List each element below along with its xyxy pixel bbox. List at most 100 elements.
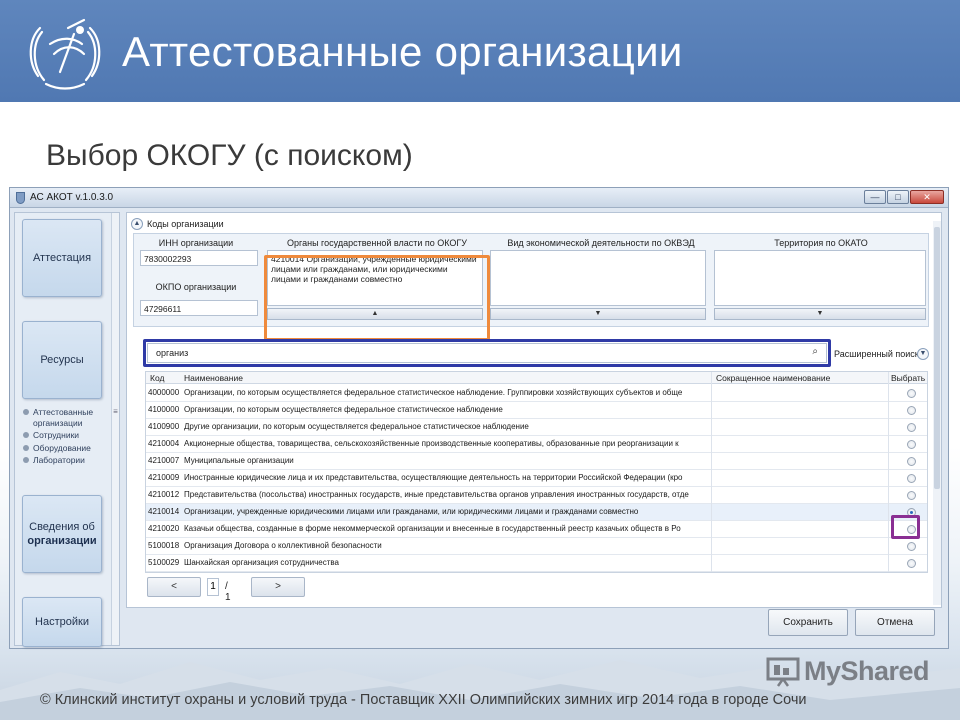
table-row[interactable]: 4210020 Казачьи общества, созданные в фор… [146,521,927,538]
select-radio[interactable] [907,440,916,449]
okved-dropdown-button[interactable]: ▼ [490,308,706,320]
select-highlight-frame [891,515,920,539]
select-radio[interactable] [907,406,916,415]
submenu-item-certified-orgs[interactable]: Аттестованные организации [22,407,112,428]
table-row[interactable]: 4210012 Представительства (посольства) ин… [146,487,927,504]
okpo-label: ОКПО организации [155,282,237,292]
main-panel: ▲ Коды организации ИНН организации 78300… [126,212,942,608]
window-controls: — □ ✕ [864,190,944,204]
table-row[interactable]: 4210014 Организации, учрежденные юридичес… [146,504,927,521]
watermark-text: MyShared [804,656,930,686]
nav-tile-attestation[interactable]: Аттестация [22,219,102,297]
nav-tile-resources[interactable]: Ресурсы [22,321,102,399]
advanced-search-link[interactable]: Расширенный поиск [834,349,919,359]
maximize-button[interactable]: □ [887,190,909,204]
close-button[interactable]: ✕ [910,190,944,204]
nav-scrollbar[interactable]: ≡ [111,213,119,645]
prev-page-button[interactable]: < [147,577,201,597]
slide-subtitle: Выбор ОКОГУ (с поиском) [46,139,413,172]
okpo-field[interactable]: 47296611 [140,300,258,316]
section-title: Коды организации [147,219,224,229]
minimize-button[interactable]: — [864,190,886,204]
table-row[interactable]: 5100029 Шанхайская организация сотрудниче… [146,555,927,572]
select-radio[interactable] [907,491,916,500]
search-highlight-frame [143,339,831,367]
bullet-icon [23,409,29,415]
column-header-short-name[interactable]: Сокращенное наименование [716,373,830,383]
row-code: 4100000 [148,405,180,414]
submenu-item-equipment[interactable]: Оборудование [22,443,112,454]
row-name: Муниципальные организации [184,456,294,465]
okved-field[interactable] [490,250,706,306]
window-titlebar[interactable]: АС АКОТ v.1.0.3.0 — □ ✕ [10,188,948,208]
row-code: 4210014 [148,507,180,516]
row-name: Организация Договора о коллективной безо… [184,541,382,550]
row-code: 5100029 [148,558,180,567]
save-button[interactable]: Сохранить [768,609,848,636]
bullet-icon [23,432,29,438]
table-row[interactable]: 4000000 Организации, по которым осуществл… [146,385,927,402]
row-code: 4000000 [148,388,180,397]
table-row[interactable]: 4210004 Акционерные общества, товариществ… [146,436,927,453]
column-header-name[interactable]: Наименование [184,373,243,383]
page-number-input[interactable]: 1 [207,578,219,596]
filter-area: ИНН организации 7830002293 ОКПО организа… [133,233,929,327]
select-radio[interactable] [907,542,916,551]
okato-field[interactable] [714,250,926,306]
splitter-grip-icon[interactable]: ≡ [113,408,118,423]
row-code: 4210004 [148,439,180,448]
inn-field[interactable]: 7830002293 [140,250,258,266]
app-shield-icon [16,192,25,204]
scroll-thumb[interactable] [934,227,940,489]
select-radio[interactable] [907,474,916,483]
section-header: ▲ Коды организации [131,217,224,231]
row-name: Представительства (посольства) иностранн… [184,490,689,499]
nav-tile-organization-info[interactable]: Сведения об организации [22,495,102,573]
select-radio[interactable] [907,389,916,398]
row-name: Организации, по которым осуществляется ф… [184,405,503,414]
row-name: Иностранные юридические лица и их предст… [184,473,683,482]
row-name: Казачьи общества, созданные в форме неко… [184,524,681,533]
table-row[interactable]: 4210007 Муниципальные организации [146,453,927,470]
slide-title: Аттестованные организации [122,28,683,75]
select-radio[interactable] [907,559,916,568]
table-row[interactable]: 4210009 Иностранные юридические лица и их… [146,470,927,487]
chevron-up-icon[interactable]: ▲ [131,218,143,230]
row-name: Другие организации, по которым осуществл… [184,422,529,431]
row-code: 4100900 [148,422,180,431]
window-title: АС АКОТ v.1.0.3.0 [30,192,114,203]
cancel-button[interactable]: Отмена [855,609,935,636]
row-name: Акционерные общества, товарищества, сель… [184,439,679,448]
row-code: 4210012 [148,490,180,499]
column-header-select[interactable]: Выбрать [891,373,925,383]
bullet-icon [23,457,29,463]
table-scrollbar[interactable] [933,221,941,605]
row-name: Организации, по которым осуществляется ф… [184,388,683,397]
submenu-item-laboratories[interactable]: Лаборатории [22,455,112,466]
column-divider [888,372,889,572]
left-navigation: Аттестация Ресурсы Аттестованные организ… [14,212,120,647]
column-header-code[interactable]: Код [150,373,164,383]
table-row[interactable]: 4100000 Организации, по которым осуществл… [146,402,927,419]
okogu-label: Органы государственной власти по ОКОГУ [287,238,467,248]
submenu-item-employees[interactable]: Сотрудники [22,430,112,441]
okogu-table: Код Наименование Сокращенное наименовани… [145,371,928,573]
submenu-label: Оборудование [33,442,91,453]
bullet-icon [23,444,29,451]
chevron-down-icon: ▼ [594,310,602,317]
row-code: 5100018 [148,541,180,550]
nav-tile-settings[interactable]: Настройки [22,597,102,647]
row-code: 4210007 [148,456,180,465]
row-name: Шанхайская организация сотрудничества [184,558,339,567]
nav-tile-line2: организации [27,535,97,547]
chevron-down-icon[interactable]: ▼ [917,348,929,360]
chevron-down-icon: ▼ [816,310,824,317]
table-row[interactable]: 4100900 Другие организации, по которым ос… [146,419,927,436]
select-radio[interactable] [907,457,916,466]
okato-dropdown-button[interactable]: ▼ [714,308,926,320]
row-code: 4210020 [148,524,180,533]
select-radio[interactable] [907,423,916,432]
table-row[interactable]: 5100018 Организация Договора о коллективн… [146,538,927,555]
row-name: Организации, учрежденные юридическими ли… [184,507,639,516]
next-page-button[interactable]: > [251,577,305,597]
